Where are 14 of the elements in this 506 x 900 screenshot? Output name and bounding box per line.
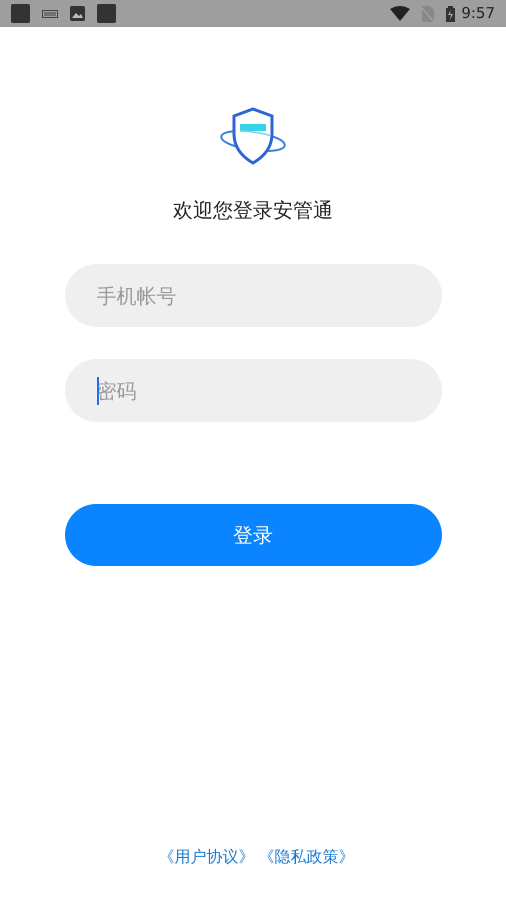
status-time: 9:57 (461, 3, 495, 24)
image-icon (70, 6, 85, 21)
login-button[interactable]: 登录 (64, 504, 442, 566)
keyboard-icon (42, 10, 58, 18)
welcome-title: 欢迎您登录安管通 (173, 197, 333, 224)
no-sim-icon (422, 6, 434, 22)
policy-link[interactable]: 《隐私政策》 (258, 845, 354, 869)
shield-logo-icon (218, 106, 288, 166)
wifi-icon (390, 6, 410, 21)
policy-link[interactable]: 《用户协议》 (158, 845, 254, 869)
battery-icon (446, 6, 456, 22)
input-field[interactable]: 手机帐号 (64, 264, 442, 327)
app-icon (97, 4, 116, 23)
app-icon (11, 4, 30, 23)
